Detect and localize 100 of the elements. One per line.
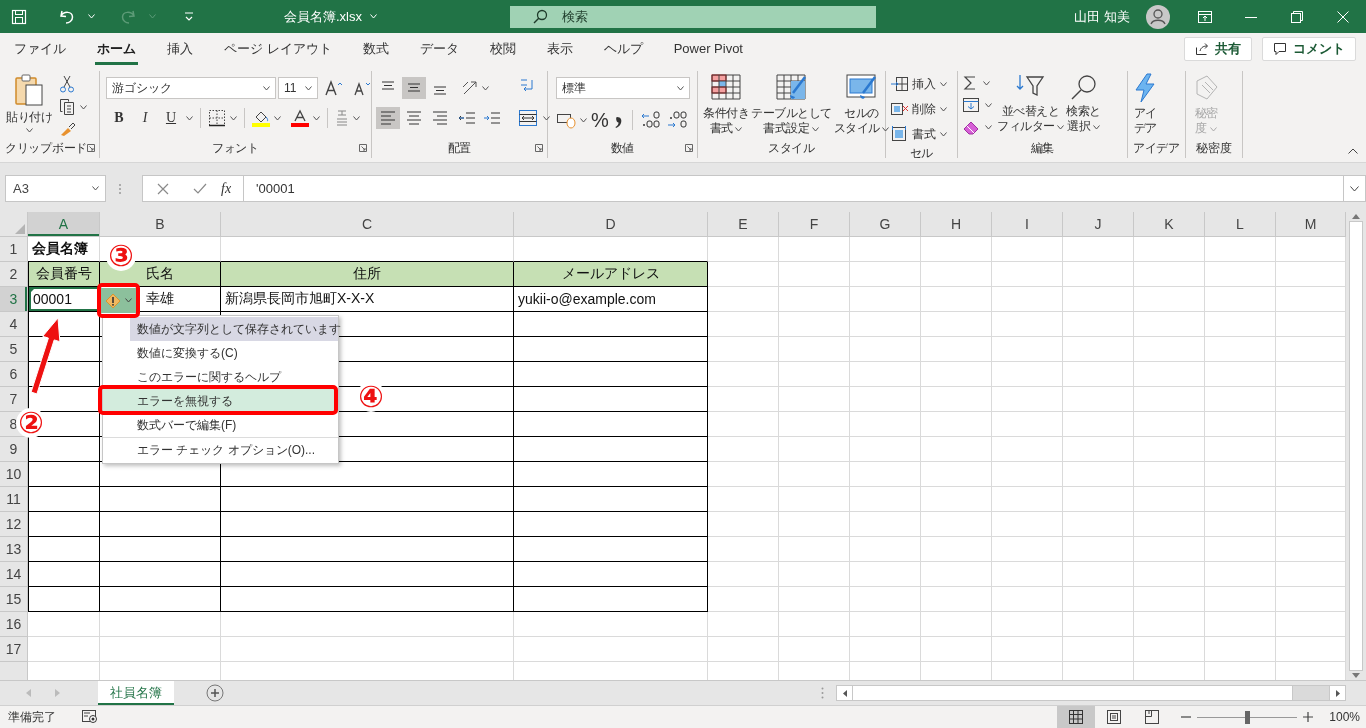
row-header[interactable]: 5	[0, 337, 28, 362]
row-header[interactable]: 10	[0, 462, 28, 487]
scrollbar-thumb[interactable]	[853, 686, 1293, 700]
paste-button[interactable]: 貼り付け	[4, 71, 53, 138]
insert-button[interactable]: 挿入	[890, 73, 947, 95]
dialog-launcher-icon[interactable]	[359, 144, 367, 152]
left-align-icon[interactable]	[376, 107, 400, 129]
sort-filter-button[interactable]: 並べ替えと フィルター	[996, 71, 1066, 138]
zoom-in-icon[interactable]	[1303, 712, 1314, 722]
row-header[interactable]: 16	[0, 612, 28, 637]
column-header[interactable]: K	[1134, 212, 1205, 237]
row-header[interactable]: 2	[0, 262, 28, 287]
ribbon-tab[interactable]: Power Pivot	[671, 33, 745, 65]
menu-item[interactable]: 数値に変換する(C)	[103, 341, 338, 365]
dialog-launcher-icon[interactable]	[685, 144, 693, 152]
row-header[interactable]: 1	[0, 237, 28, 262]
restore-icon[interactable]	[1291, 10, 1303, 23]
row-header[interactable]: 11	[0, 487, 28, 512]
cancel-icon[interactable]	[157, 182, 169, 195]
name-box[interactable]: A3	[5, 175, 106, 202]
ribbon-tab[interactable]: 数式	[360, 33, 391, 65]
conditional-format-button[interactable]: 条件付き 書式	[702, 71, 750, 138]
row-header[interactable]: 4	[0, 312, 28, 337]
collapse-ribbon-icon[interactable]	[1348, 148, 1358, 154]
bold-button[interactable]: B	[108, 107, 130, 129]
row-header[interactable]: 14	[0, 562, 28, 587]
column-header[interactable]: E	[708, 212, 779, 237]
caret-icon[interactable]	[230, 115, 237, 121]
sum-icon[interactable]	[962, 75, 978, 91]
decrease-indent-icon[interactable]	[457, 109, 477, 127]
caret-icon[interactable]	[80, 104, 87, 110]
column-header[interactable]: D	[514, 212, 708, 237]
close-icon[interactable]	[1337, 10, 1349, 23]
scroll-left-icon[interactable]	[842, 689, 847, 697]
find-select-button[interactable]: 検索と 選択	[1065, 71, 1102, 138]
macro-record-icon[interactable]	[82, 710, 98, 724]
format-button[interactable]: 書式	[890, 123, 947, 145]
caret-icon[interactable]	[580, 117, 587, 123]
expand-icon[interactable]	[1350, 185, 1359, 192]
column-header[interactable]: L	[1205, 212, 1276, 237]
ribbon-tab[interactable]: 表示	[544, 33, 575, 65]
ribbon-tab[interactable]: ページ レイアウト	[222, 33, 334, 65]
new-sheet-icon[interactable]	[206, 684, 224, 702]
eraser-icon[interactable]	[962, 119, 980, 135]
column-header[interactable]: B	[100, 212, 221, 237]
increase-decimal-icon[interactable]	[665, 111, 688, 129]
zoom-level[interactable]: 100%	[1329, 710, 1360, 724]
row-header[interactable]: 6	[0, 362, 28, 387]
cell-styles-button[interactable]: セルの スタイル	[832, 71, 891, 138]
normal-view-button[interactable]	[1057, 706, 1096, 728]
row-header[interactable]: 9	[0, 437, 28, 462]
grow-font-icon[interactable]	[324, 79, 344, 97]
ribbon-tab[interactable]: ホーム	[95, 33, 138, 65]
copy-icon[interactable]	[59, 98, 75, 116]
caret-icon[interactable]	[983, 80, 990, 86]
ideas-button[interactable]: アイ デア	[1132, 71, 1158, 138]
percent-button[interactable]: %	[591, 109, 609, 131]
column-header[interactable]: F	[779, 212, 850, 237]
comment-button[interactable]: コメント	[1262, 37, 1356, 61]
ribbon-tab[interactable]: ヘルプ	[601, 33, 645, 65]
avatar-icon[interactable]	[1146, 4, 1170, 29]
font-name-field[interactable]: 游ゴシック	[106, 77, 276, 99]
save-icon[interactable]	[10, 7, 28, 26]
increase-indent-icon[interactable]	[482, 109, 502, 127]
search-field[interactable]: 検索	[510, 5, 876, 28]
format-painter-icon[interactable]	[59, 121, 77, 137]
caret-icon[interactable]	[313, 115, 320, 121]
caret-icon[interactable]	[274, 115, 281, 121]
column-header[interactable]: H	[921, 212, 992, 237]
share-button[interactable]: 共有	[1184, 37, 1252, 61]
row-header[interactable]: 15	[0, 587, 28, 612]
dialog-launcher-icon[interactable]	[87, 144, 95, 152]
menu-item[interactable]: エラー チェック オプション(O)...	[103, 437, 338, 462]
number-format-field[interactable]: 標準	[556, 77, 690, 99]
scrollbar-thumb[interactable]	[1349, 221, 1363, 671]
menu-item[interactable]: このエラーに関するヘルプ	[103, 365, 338, 389]
font-color-icon[interactable]	[291, 109, 309, 127]
ribbon-tab[interactable]: 挿入	[165, 33, 195, 65]
enter-icon[interactable]	[193, 182, 207, 195]
caret-icon[interactable]	[482, 85, 489, 91]
delete-button[interactable]: 削除	[890, 98, 947, 120]
fill-color-icon[interactable]	[252, 109, 270, 127]
font-size-field[interactable]: 11	[278, 77, 318, 99]
caret-icon[interactable]	[985, 124, 992, 130]
caret-icon[interactable]	[353, 115, 360, 121]
row-header[interactable]: 7	[0, 387, 28, 412]
decrease-decimal-icon[interactable]	[639, 111, 662, 129]
accounting-format-icon[interactable]	[556, 111, 576, 129]
row-header[interactable]: 3	[0, 287, 28, 312]
fill-down-icon[interactable]	[962, 97, 980, 113]
column-header[interactable]: G	[850, 212, 921, 237]
format-as-table-button[interactable]: テーブルとして 書式設定	[750, 71, 833, 138]
column-header[interactable]: M	[1276, 212, 1346, 237]
caret-icon[interactable]	[543, 115, 550, 121]
underline-button[interactable]: U	[160, 107, 182, 129]
row-header[interactable]: 12	[0, 512, 28, 537]
borders-icon[interactable]	[208, 109, 226, 127]
row-header[interactable]: 17	[0, 637, 28, 662]
column-header[interactable]: J	[1063, 212, 1134, 237]
scroll-down-icon[interactable]	[1352, 673, 1360, 678]
